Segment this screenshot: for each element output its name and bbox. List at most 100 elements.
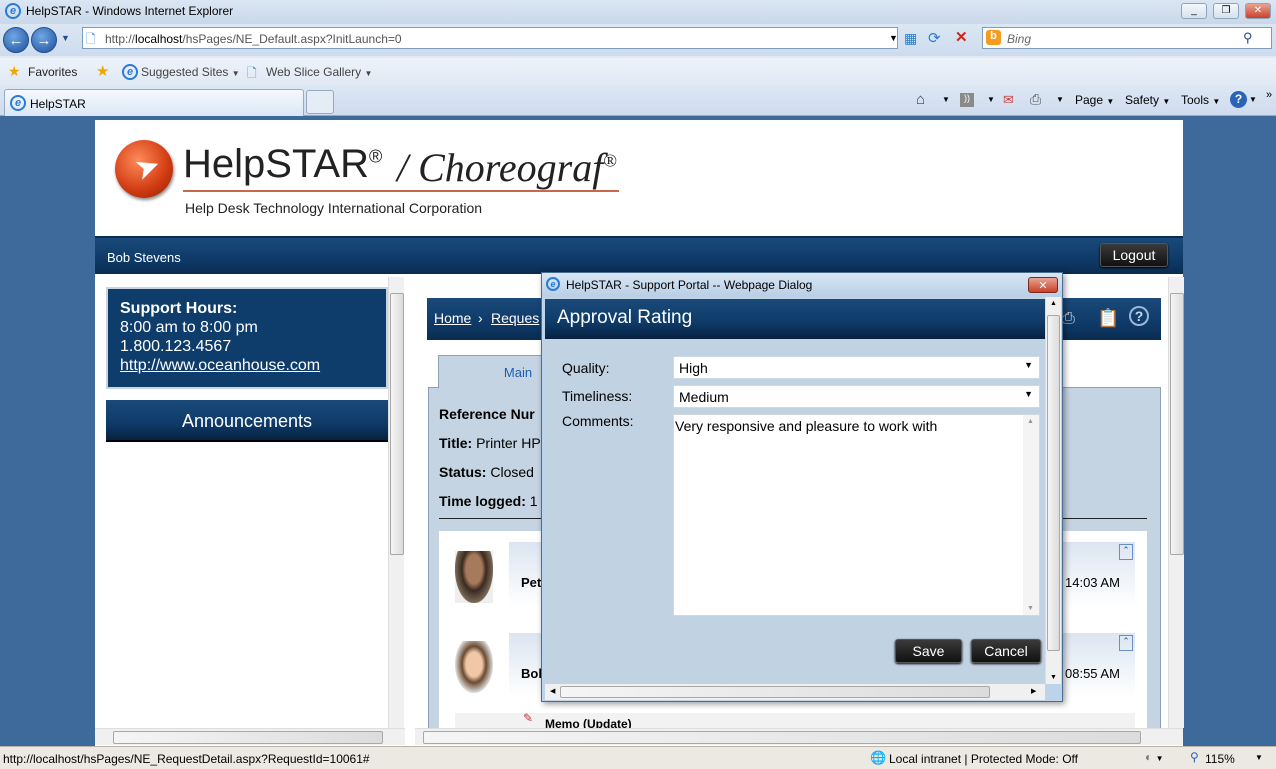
- status-value: Closed: [490, 464, 534, 480]
- address-bar[interactable]: 🗋 http://localhost/hsPages/NE_Default.as…: [82, 27, 898, 49]
- minimize-button[interactable]: _: [1181, 3, 1207, 19]
- status-bar: http://localhost/hsPages/NE_RequestDetai…: [0, 746, 1276, 769]
- dialog-horizontal-scrollbar[interactable]: ◀ ▶: [545, 684, 1045, 700]
- mail-icon[interactable]: ✉: [1003, 92, 1014, 108]
- scroll-thumb[interactable]: [1047, 315, 1060, 651]
- help-dropdown[interactable]: ▼: [1249, 95, 1257, 104]
- left-pane-vertical-scrollbar[interactable]: [388, 277, 404, 728]
- zoom-level[interactable]: 115%: [1205, 752, 1235, 766]
- back-button[interactable]: ←: [3, 27, 29, 53]
- memo-row: ✎ Memo (Update): [455, 713, 1135, 729]
- feeds-dropdown[interactable]: ▼: [987, 95, 995, 104]
- close-window-button[interactable]: ✕: [1245, 3, 1271, 19]
- comments-label: Comments:: [562, 413, 634, 429]
- browser-tab-helpstar[interactable]: e HelpSTAR: [4, 89, 304, 116]
- support-hours-box: Support Hours: 8:00 am to 8:00 pm 1.800.…: [106, 287, 388, 389]
- search-icon[interactable]: ⚲: [1243, 30, 1253, 46]
- compatibility-view-icon[interactable]: ▦: [904, 30, 917, 47]
- dialog-heading: Approval Rating: [545, 299, 1045, 339]
- save-button[interactable]: Save: [895, 639, 962, 663]
- favorites-bar: ★ Favorites ★ e Suggested Sites ▼ 🗋 Web …: [0, 58, 1276, 86]
- tab-bar: e HelpSTAR ⌂ ▼ )) ▼ ✉ ⎙ ▼ Page ▼ Safety …: [0, 86, 1276, 116]
- scroll-thumb[interactable]: [423, 731, 1141, 744]
- maximize-button[interactable]: ❐: [1213, 3, 1239, 19]
- timeliness-select[interactable]: Medium ▼: [673, 385, 1040, 408]
- quality-select[interactable]: High ▼: [673, 356, 1040, 379]
- cursor-logo-icon: ➤: [115, 140, 173, 198]
- collapse-icon[interactable]: ⌃: [1119, 635, 1133, 651]
- search-box[interactable]: b Bing ⚲: [982, 27, 1272, 49]
- entry-author: Pet: [521, 575, 542, 590]
- recent-pages-dropdown[interactable]: ▼: [61, 33, 70, 43]
- print-request-icon[interactable]: ⎙: [1062, 310, 1075, 328]
- help-icon[interactable]: ?: [1129, 306, 1149, 326]
- scroll-thumb[interactable]: [390, 293, 404, 555]
- ie-icon: e: [10, 95, 26, 111]
- scroll-thumb[interactable]: [113, 731, 383, 744]
- avatar: [455, 641, 493, 693]
- ie-icon: e: [5, 3, 21, 19]
- memo-icon: ✎: [523, 713, 534, 725]
- left-pane-horizontal-scrollbar[interactable]: [95, 728, 405, 745]
- forward-button[interactable]: →: [31, 27, 57, 53]
- address-dropdown[interactable]: ▼: [889, 33, 898, 43]
- status-label: Status:: [439, 464, 487, 480]
- timeliness-label: Timeliness:: [562, 388, 633, 404]
- chevron-down-icon: ▼: [1024, 360, 1033, 370]
- home-dropdown[interactable]: ▼: [942, 95, 950, 104]
- security-zone[interactable]: Local intranet | Protected Mode: Off: [889, 752, 1078, 766]
- new-tab-button[interactable]: [306, 90, 334, 114]
- web-slice-gallery-link[interactable]: Web Slice Gallery ▼: [266, 65, 372, 79]
- feeds-icon[interactable]: )): [960, 93, 974, 107]
- dialog-title-bar: e HelpSTAR - Support Portal -- Webpage D…: [542, 273, 1062, 297]
- clipboard-icon[interactable]: 📋: [1097, 308, 1119, 329]
- scroll-thumb[interactable]: [1170, 293, 1184, 555]
- logout-button[interactable]: Logout: [1100, 243, 1168, 267]
- website-link[interactable]: http://www.oceanhouse.com: [120, 356, 374, 375]
- popup-blocker-icon[interactable]: ◐ ▼: [1145, 750, 1164, 764]
- collapse-icon[interactable]: ⌃: [1119, 544, 1133, 560]
- print-dropdown[interactable]: ▼: [1056, 95, 1064, 104]
- add-favorites-icon[interactable]: ★: [96, 62, 109, 80]
- approval-rating-dialog: e HelpSTAR - Support Portal -- Webpage D…: [541, 272, 1063, 702]
- scroll-thumb[interactable]: [560, 686, 990, 698]
- comments-textarea[interactable]: Very responsive and pleasure to work wit…: [673, 414, 1040, 616]
- tab-label: HelpSTAR: [30, 97, 86, 111]
- entry-time: 14:03 AM: [1065, 575, 1120, 590]
- page-menu[interactable]: Page ▼: [1075, 93, 1114, 107]
- search-placeholder: Bing: [1007, 32, 1032, 46]
- suggested-sites-link[interactable]: Suggested Sites ▼: [141, 65, 240, 79]
- support-phone: 1.800.123.4567: [120, 338, 232, 355]
- print-icon[interactable]: ⎙: [1030, 91, 1041, 108]
- cancel-button[interactable]: Cancel: [971, 639, 1041, 663]
- reference-number-label: Reference Nur: [439, 406, 535, 422]
- ie-icon: e: [122, 64, 138, 80]
- refresh-icon[interactable]: ⟳: [928, 29, 941, 47]
- dialog-body: Approval Rating Quality: High ▼ Timelines…: [545, 297, 1045, 684]
- ie-icon: e: [546, 277, 560, 291]
- dialog-vertical-scrollbar[interactable]: ▲ ▼: [1045, 297, 1061, 684]
- chevron-down-icon: ▼: [1024, 389, 1033, 399]
- toolbar-overflow-icon[interactable]: »: [1266, 89, 1272, 101]
- help-icon[interactable]: ?: [1230, 91, 1247, 108]
- home-icon[interactable]: ⌂: [916, 91, 925, 108]
- safety-menu[interactable]: Safety ▼: [1125, 93, 1170, 107]
- tools-menu[interactable]: Tools ▼: [1181, 93, 1220, 107]
- entry-time: 08:55 AM: [1065, 666, 1120, 681]
- zoom-icon[interactable]: ⚲: [1190, 750, 1199, 764]
- status-url: http://localhost/hsPages/NE_RequestDetai…: [3, 752, 370, 766]
- main-pane-vertical-scrollbar[interactable]: [1168, 277, 1184, 728]
- support-hours: 8:00 am to 8:00 pm: [120, 319, 258, 336]
- dialog-close-button[interactable]: ✕: [1028, 277, 1058, 293]
- address-text: http://localhost/hsPages/NE_Default.aspx…: [105, 32, 402, 46]
- textarea-scrollbar[interactable]: ▲ ▼: [1023, 415, 1039, 615]
- main-pane-horizontal-scrollbar[interactable]: [415, 728, 1183, 745]
- breadcrumb-home[interactable]: Home: [434, 310, 471, 326]
- favorites-button[interactable]: Favorites: [28, 65, 77, 79]
- zoom-dropdown[interactable]: ▼: [1255, 753, 1263, 762]
- page-icon: 🗋: [86, 32, 96, 46]
- breadcrumb-request[interactable]: Reques: [491, 310, 539, 326]
- user-bar: Bob Stevens Logout: [95, 236, 1183, 274]
- stop-icon[interactable]: ✕: [955, 28, 968, 46]
- user-name: Bob Stevens: [107, 250, 181, 265]
